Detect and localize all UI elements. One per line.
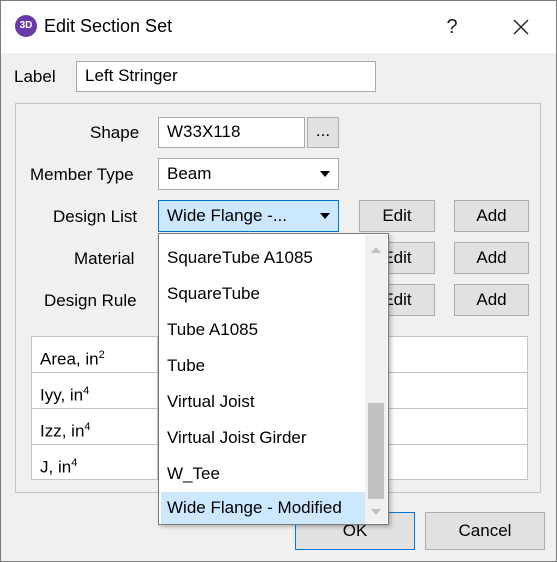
app-3d-icon: 3D [15,15,37,37]
edit-section-set-dialog: 3D Edit Section Set ? Label Left Stringe… [0,0,557,562]
dropdown-item[interactable]: W_Tee [161,456,366,492]
dropdown-item[interactable]: SquareTube [161,276,366,312]
label-input[interactable]: Left Stringer [76,61,376,92]
property-name: Iyy, in4 [32,373,158,408]
title-bar: 3D Edit Section Set ? [1,1,556,53]
dropdown-item[interactable]: Virtual Joist [161,384,366,420]
dropdown-item[interactable]: Tube [161,348,366,384]
member-type-label: Member Type [30,165,134,184]
chevron-down-icon [320,171,330,177]
dropdown-item-selected[interactable]: Wide Flange - Modified [161,492,366,524]
shape-browse-button[interactable]: ... [307,117,339,148]
dropdown-item[interactable]: Tube A1085 [161,312,366,348]
shape-label: Shape [90,123,140,142]
design-list-label: Design List [53,207,138,226]
design-list-add-button[interactable]: Add [454,200,529,232]
member-type-select[interactable]: Beam [158,158,339,190]
help-button[interactable]: ? [435,9,469,45]
design-list-select[interactable]: Wide Flange -... [158,200,339,232]
chevron-down-icon [320,213,330,219]
window-title: Edit Section Set [44,16,173,36]
scrollbar-thumb[interactable] [368,403,384,499]
close-button[interactable] [503,11,539,43]
design-rule-add-button[interactable]: Add [454,284,529,316]
member-type-value: Beam [167,164,212,183]
dropdown-item[interactable]: SquareTube A1085 [161,240,366,276]
cancel-button[interactable]: Cancel [425,512,545,550]
property-name: Area, in2 [32,337,158,372]
scroll-down-arrow-icon[interactable] [371,509,381,515]
design-list-value: Wide Flange -... [167,206,287,225]
shape-input[interactable]: W33X118 [158,117,305,148]
scroll-up-arrow-icon[interactable] [371,247,381,253]
material-add-button[interactable]: Add [454,242,529,274]
dropdown-scrollbar[interactable] [365,235,387,523]
property-name: Izz, in4 [32,409,158,444]
property-name: J, in4 [32,445,158,480]
material-label: Material [74,249,135,268]
design-rule-label: Design Rule [44,291,137,310]
label-field-label: Label [14,67,56,86]
design-list-edit-button[interactable]: Edit [359,200,435,232]
close-icon [513,19,529,35]
design-list-dropdown: SquareTube A1085 SquareTube Tube A1085 T… [158,233,389,525]
dropdown-item[interactable]: Virtual Joist Girder [161,420,366,456]
